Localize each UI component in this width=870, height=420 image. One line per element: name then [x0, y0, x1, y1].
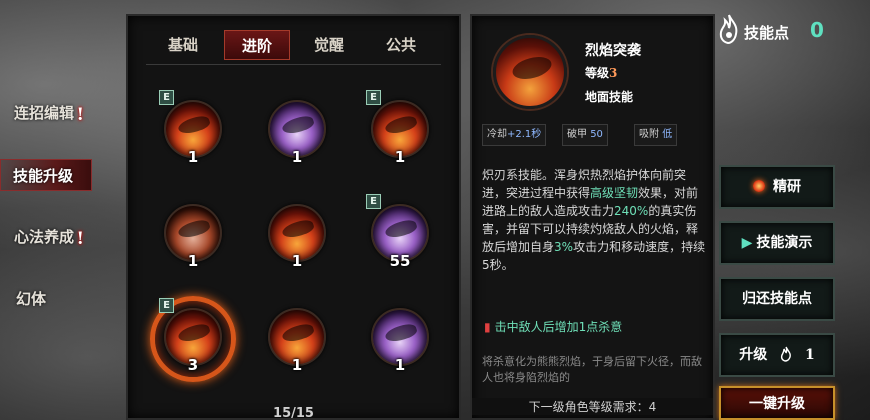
skill-level: 1 — [394, 356, 406, 374]
nav-item-combo-edit[interactable]: 连招编辑 ! — [0, 97, 92, 129]
skill-level: 3 — [187, 356, 199, 374]
stat-absorb: 吸附 低 — [634, 124, 678, 146]
tab-basic[interactable]: 基础 — [150, 30, 216, 60]
refund-label: 归还技能点 — [742, 291, 812, 307]
alert-icon: ! — [76, 105, 84, 125]
upgrade-button[interactable]: 升级 1 — [719, 333, 835, 377]
skill-demo-label: 技能演示 — [756, 235, 813, 251]
selected-skill-icon — [493, 35, 567, 109]
upgrade-cost: 1 — [805, 347, 815, 363]
skill-slot[interactable]: E 1 — [365, 90, 435, 166]
skill-slot[interactable]: 1 — [262, 304, 332, 374]
skill-level-info: 等级3 — [585, 64, 617, 81]
stat-label: 吸附 — [639, 129, 659, 140]
tab-common[interactable]: 公共 — [368, 30, 434, 60]
equipped-badge: E — [159, 90, 174, 105]
stat-value: +2.1秒 — [507, 129, 542, 140]
skill-level: 55 — [389, 252, 411, 270]
skill-points-value: 0 — [810, 18, 824, 42]
skill-slot[interactable]: E 55 — [365, 194, 435, 270]
extra-effect-text: 击中敌人后增加1点杀意 — [494, 320, 623, 334]
extra-effect: ▮ 击中敌人后增加1点杀意 — [484, 318, 622, 335]
equipped-badge: E — [159, 298, 174, 313]
tab-divider — [146, 64, 441, 65]
tab-awaken[interactable]: 觉醒 — [296, 30, 362, 60]
nav-item-mind-method[interactable]: 心法养成 ! — [0, 221, 92, 253]
skill-stats: 冷却+2.1秒 破甲 50 吸附 低 — [482, 124, 707, 146]
stat-cooldown: 冷却+2.1秒 — [482, 124, 547, 146]
skill-point-flame-icon — [781, 346, 792, 362]
equipped-badge: E — [366, 90, 381, 105]
skill-level: 1 — [187, 252, 199, 270]
nav-item-skill-upgrade[interactable]: 技能升级 — [0, 159, 92, 191]
stat-armor-break: 破甲 50 — [562, 124, 608, 146]
skill-level: 1 — [187, 148, 199, 166]
skill-tabs: 基础 进阶 觉醒 公共 — [128, 30, 459, 62]
stat-value: 低 — [662, 129, 673, 140]
nav-item-label: 幻体 — [15, 290, 46, 308]
one-click-upgrade-button[interactable]: 一键升级 — [719, 386, 835, 420]
skill-level: 1 — [394, 148, 406, 166]
skill-level: 1 — [291, 252, 303, 270]
skill-name: 烈焰突袭 — [585, 43, 641, 59]
blood-drop-icon: ▮ — [484, 320, 491, 334]
level-label: 等级 — [585, 66, 610, 80]
page-indicator: 15/15 — [273, 406, 314, 420]
skill-grid-panel: 基础 进阶 觉醒 公共 E 1 1 E 1 1 1 E 55 E 3 1 1 1… — [126, 14, 461, 420]
nav-item-label: 技能升级 — [12, 167, 73, 185]
desc-highlight: 高级坚韧 — [590, 186, 639, 200]
skill-level: 1 — [291, 148, 303, 166]
nav-item-label: 连招编辑 — [13, 104, 74, 122]
skill-detail-panel: 烈焰突袭 等级3 地面技能 冷却+2.1秒 破甲 50 吸附 低 炽刃系技能。浑… — [470, 14, 715, 420]
skill-description: 炽刃系技能。浑身炽热烈焰护体向前突进，突进过程中获得高级坚韧效果，对前进路上的敌… — [482, 166, 708, 274]
alert-icon: ! — [76, 229, 84, 249]
refine-label: 精研 — [773, 179, 801, 195]
nav-item-label: 心法养成 — [13, 228, 74, 246]
skill-slot-selected[interactable]: E 3 — [150, 296, 236, 382]
level-value: 3 — [609, 66, 618, 80]
skill-slot[interactable]: E 1 — [158, 90, 228, 166]
stat-label: 破甲 — [567, 129, 587, 140]
skill-slot[interactable]: 1 — [262, 200, 332, 270]
skill-level: 1 — [291, 356, 303, 374]
skill-slot[interactable]: 1 — [262, 96, 332, 166]
skill-demo-button[interactable]: ▶ 技能演示 — [719, 221, 835, 265]
play-icon: ▶ — [741, 235, 753, 251]
skill-point-flame-icon — [719, 14, 738, 44]
upgrade-label: 升级 — [739, 347, 768, 363]
level-requirement: 下一级角色等级需求：4 — [472, 398, 713, 415]
equipped-badge: E — [366, 194, 381, 209]
stat-label: 冷却 — [487, 129, 507, 140]
one-click-upgrade-label: 一键升级 — [749, 396, 805, 412]
refund-points-button[interactable]: 归还技能点 — [719, 277, 835, 321]
skill-slot[interactable]: 1 — [365, 304, 435, 374]
stat-value: 50 — [590, 129, 603, 140]
refine-button[interactable]: 精研 — [719, 165, 835, 209]
skill-slot[interactable]: 1 — [158, 200, 228, 270]
skill-points-label: 技能点 — [744, 24, 790, 42]
tab-advanced[interactable]: 进阶 — [224, 30, 290, 60]
skill-lore: 将杀意化为熊熊烈焰，于身后留下火径，而敌人也将身陷烈焰的 — [482, 355, 702, 384]
skill-points: 技能点 0 — [712, 10, 862, 54]
nav-item-phantom[interactable]: 幻体 — [0, 283, 92, 315]
skill-type: 地面技能 — [585, 90, 634, 104]
desc-highlight: 240% — [614, 204, 649, 218]
fire-orb-icon — [753, 180, 765, 192]
desc-highlight: 3% — [554, 240, 574, 254]
